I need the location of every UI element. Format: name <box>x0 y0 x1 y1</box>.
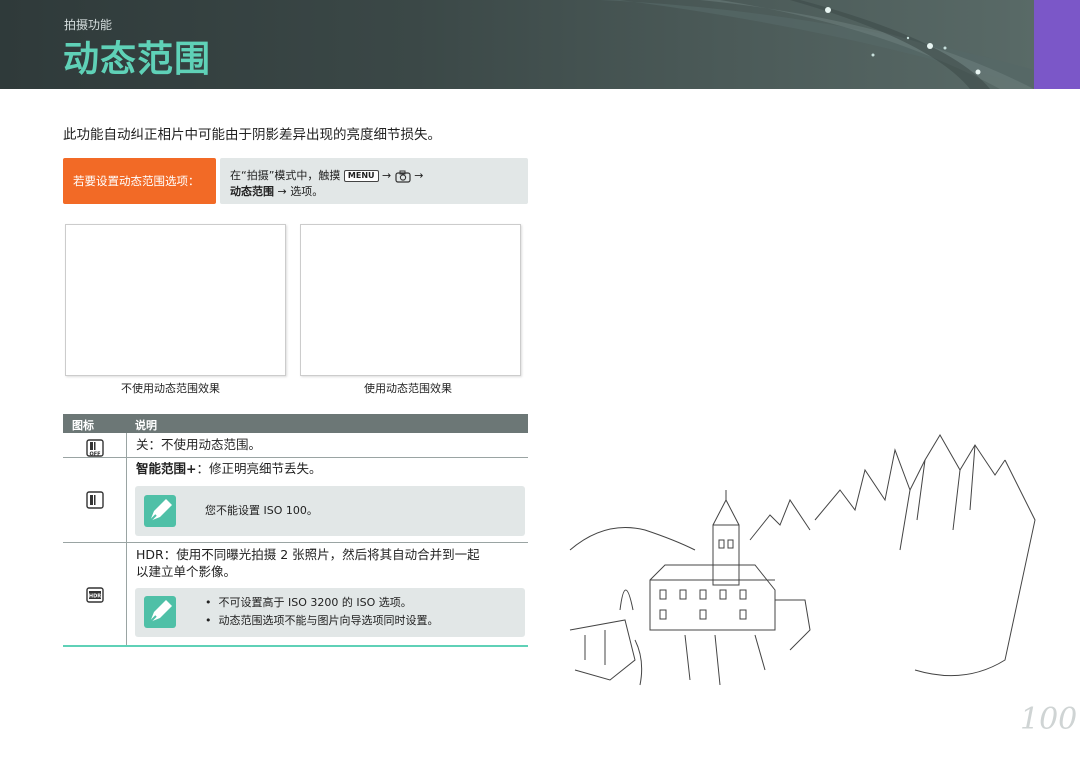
row-desc: ：不使用动态范围。 <box>148 437 262 452</box>
table-row: 智能范围+：修正明亮细节丢失。 <box>136 460 322 477</box>
instruction-body: 在“拍摄”模式中，触摸 MENU → → 动态范围 → 选项。 <box>220 158 528 204</box>
list-item: • 动态范围选项不能与图片向导选项同时设置。 <box>205 614 439 627</box>
instruction-option-name: 动态范围 <box>230 185 274 198</box>
page-number: 100 <box>1020 702 1078 737</box>
table-header: 图标 说明 <box>63 414 528 433</box>
instruction-prefix: 在“拍摄”模式中，触摸 <box>230 169 341 182</box>
table-row: 关：不使用动态范围。 <box>136 436 261 453</box>
hdr-icon: HDR <box>86 587 104 603</box>
table-row: HDR：使用不同曝光拍摄 2 张照片，然后将其自动合并到一起 以建立单个影像。 <box>136 546 480 580</box>
dr-off-icon: OFF <box>86 439 104 457</box>
photo-without-dr <box>65 224 286 376</box>
table-divider <box>126 433 127 645</box>
camera-icon <box>395 170 411 183</box>
menu-key: MENU <box>343 170 379 182</box>
note-list: • 不可设置高于 ISO 3200 的 ISO 选项。 • 动态范围选项不能与图… <box>205 594 438 630</box>
note-pen-icon <box>144 495 176 527</box>
caption-left: 不使用动态范围效果 <box>121 382 220 395</box>
table-bottom-border <box>63 645 528 647</box>
chapter-tab[interactable] <box>1034 0 1080 89</box>
note-text: 您不能设置 ISO 100。 <box>205 504 318 517</box>
arrow: → <box>414 169 424 182</box>
row-divider <box>63 542 528 543</box>
instruction-label: 若要设置动态范围选项： <box>63 158 216 204</box>
page-title: 动态范围 <box>63 39 212 80</box>
instruction-line-2: 动态范围 → 选项。 <box>230 184 518 200</box>
note-box: • 不可设置高于 ISO 3200 的 ISO 选项。 • 动态范围选项不能与图… <box>135 588 525 637</box>
row-label: HDR <box>136 547 164 562</box>
row-line-1: HDR：使用不同曝光拍摄 2 张照片，然后将其自动合并到一起 <box>136 546 480 563</box>
row-desc: ：修正明亮细节丢失。 <box>196 461 322 476</box>
caption-right: 使用动态范围效果 <box>364 382 452 395</box>
intro-text: 此功能自动纠正相片中可能由于阴影差异出现的亮度细节损失。 <box>63 127 441 143</box>
row-desc: ：使用不同曝光拍摄 2 张照片，然后将其自动合并到一起 <box>163 547 480 562</box>
photo-with-dr <box>300 224 521 376</box>
row-label: 关 <box>136 437 149 452</box>
svg-text:HDR: HDR <box>89 594 101 600</box>
instruction-line-1: 在“拍摄”模式中，触摸 MENU → → <box>230 168 518 184</box>
dr-smart-icon <box>86 491 104 509</box>
row-divider <box>63 457 528 458</box>
note-box: 您不能设置 ISO 100。 <box>135 486 525 536</box>
col-icon-header: 图标 <box>72 419 94 432</box>
col-desc-header: 说明 <box>135 419 157 432</box>
list-item: • 不可设置高于 ISO 3200 的 ISO 选项。 <box>205 596 412 609</box>
header-banner: 拍摄功能 动态范围 <box>0 0 1034 89</box>
row-line-2: 以建立单个影像。 <box>136 564 237 579</box>
arrow: → <box>382 169 392 182</box>
village-sketch-illustration <box>569 434 1036 686</box>
note-pen-icon <box>144 596 176 628</box>
row-label: 智能范围+ <box>136 461 197 476</box>
instruction-option-rest: → 选项。 <box>274 185 324 198</box>
